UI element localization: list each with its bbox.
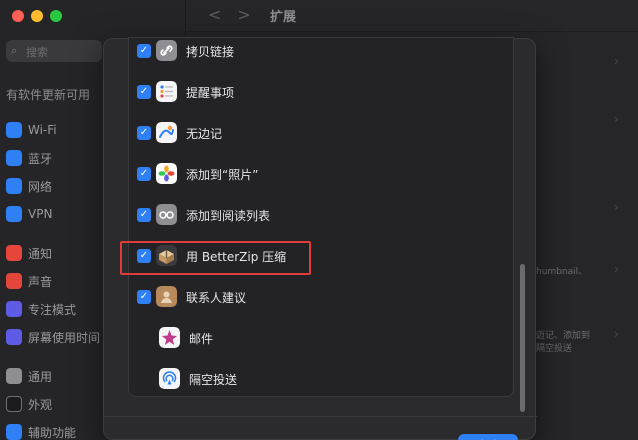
page-title: 扩展: [270, 10, 297, 25]
list-item-label: 添加到“照片”: [186, 168, 259, 182]
close-button[interactable]: [12, 10, 24, 22]
zoom-button[interactable]: [50, 10, 62, 22]
list-item-label: 拷贝链接: [186, 45, 235, 59]
list-item-add-to-photos[interactable]: ✓ 添加到“照片”: [129, 154, 513, 194]
back-button[interactable]: <: [208, 5, 237, 24]
forward-button[interactable]: >: [237, 5, 266, 24]
done-button[interactable]: 完成: [458, 434, 518, 440]
sidebar-item-label: 专注模式: [28, 302, 77, 317]
search-icon: ⌕: [11, 44, 18, 57]
sidebar-item-label: 通用: [28, 369, 53, 384]
sidebar-item-label: 声音: [28, 274, 53, 289]
list-item-contact-suggestions[interactable]: ✓ 联系人建议: [129, 277, 513, 317]
list-item-add-to-reading-list[interactable]: ✓ 添加到阅读列表: [129, 195, 513, 235]
background-row-text: 隔空投送: [536, 344, 573, 354]
sidebar-item-label: 屏幕使用时间: [28, 330, 101, 345]
sidebar-item-general[interactable]: 通用: [6, 365, 52, 387]
link-icon: [156, 40, 177, 61]
reading-list-icon: [156, 204, 177, 225]
share-menu-list: ✓ 拷贝链接 ✓ 提醒事项 ✓ 无边记 ✓ 添加到“照片” ✓ 添加到阅读列表 …: [128, 37, 514, 397]
sidebar-item-label: 通知: [28, 246, 53, 261]
sidebar-item-sound[interactable]: 声音: [6, 270, 52, 292]
checkbox[interactable]: ✓: [137, 85, 151, 99]
list-item-label: 添加到阅读列表: [186, 209, 271, 223]
chevron-right-icon: ›: [614, 327, 619, 341]
search-placeholder: 搜索: [26, 46, 48, 59]
sidebar-item-wifi[interactable]: Wi-Fi: [6, 119, 57, 141]
checkbox[interactable]: ✓: [137, 44, 151, 58]
sidebar-item-label: 辅助功能: [28, 425, 77, 440]
share-menu-sheet: ✓ 拷贝链接 ✓ 提醒事项 ✓ 无边记 ✓ 添加到“照片” ✓ 添加到阅读列表 …: [103, 37, 537, 440]
checkbox[interactable]: ✓: [137, 208, 151, 222]
checkbox[interactable]: ✓: [137, 290, 151, 304]
list-item-label: 隔空投送: [189, 373, 238, 387]
focus-icon: [6, 301, 22, 317]
list-item-label: 邮件: [189, 332, 214, 346]
sidebar-item-notifications[interactable]: 通知: [6, 242, 52, 264]
airdrop-icon: [159, 368, 180, 389]
bluetooth-icon: [6, 150, 22, 166]
scrollbar-thumb[interactable]: [520, 264, 525, 412]
screen-time-icon: [6, 329, 22, 345]
general-icon: [6, 368, 22, 384]
sidebar-item-label: VPN: [28, 207, 53, 221]
window-controls: [12, 10, 62, 22]
mail-icon: [159, 327, 180, 348]
list-item-reminders[interactable]: ✓ 提醒事项: [129, 72, 513, 112]
sidebar-item-vpn[interactable]: VPN: [6, 203, 52, 225]
chevron-right-icon: ›: [614, 54, 619, 68]
sidebar-item-label: Wi-Fi: [28, 123, 57, 137]
chevron-right-icon: ›: [614, 262, 619, 276]
list-item-label: 无边记: [186, 127, 223, 141]
list-item-label: 联系人建议: [186, 291, 247, 305]
list-item-mail[interactable]: 邮件: [129, 318, 513, 358]
annotation-highlight-box: [120, 241, 311, 275]
freeform-icon: [156, 122, 177, 143]
list-item-copy-link[interactable]: ✓ 拷贝链接: [129, 38, 513, 71]
photos-icon: [156, 163, 177, 184]
sidebar-item-appearance[interactable]: 外观: [6, 393, 52, 415]
sidebar-item-label: 网络: [28, 179, 53, 194]
system-settings-window: ⌕ 搜索 有软件更新可用 Wi-Fi 蓝牙 网络 VPN 通知 声音 专注模式 …: [0, 0, 638, 440]
sidebar-item-label: 外观: [28, 397, 53, 412]
notifications-icon: [6, 245, 22, 261]
appearance-icon: [6, 396, 22, 412]
main-header: <> 扩展: [186, 0, 638, 32]
sheet-divider: [104, 416, 537, 417]
network-icon: [6, 178, 22, 194]
sidebar-item-label: 蓝牙: [28, 151, 53, 166]
search-input[interactable]: ⌕ 搜索: [6, 40, 102, 62]
list-item-freeform[interactable]: ✓ 无边记: [129, 113, 513, 153]
nav-arrows: <>: [208, 5, 267, 24]
checkbox[interactable]: ✓: [137, 126, 151, 140]
list-item-label: 提醒事项: [186, 86, 235, 100]
vpn-icon: [6, 206, 22, 222]
reminders-icon: [156, 81, 177, 102]
sidebar-item-accessibility[interactable]: 辅助功能: [6, 421, 76, 440]
chevron-right-icon: ›: [614, 200, 619, 214]
sidebar-item-screen-time[interactable]: 屏幕使用时间: [6, 326, 100, 348]
software-update-notice[interactable]: 有软件更新可用: [6, 86, 90, 103]
chevron-right-icon: ›: [614, 112, 619, 126]
minimize-button[interactable]: [31, 10, 43, 22]
background-row-text: humbnail、: [536, 267, 588, 277]
sidebar-item-bluetooth[interactable]: 蓝牙: [6, 147, 52, 169]
sound-icon: [6, 273, 22, 289]
background-row-text: 迈记、添加到: [536, 331, 591, 341]
sidebar-item-focus[interactable]: 专注模式: [6, 298, 76, 320]
contacts-icon: [156, 286, 177, 307]
wifi-icon: [6, 122, 22, 138]
list-item-airdrop[interactable]: 隔空投送: [129, 359, 513, 396]
sidebar-item-network[interactable]: 网络: [6, 175, 52, 197]
accessibility-icon: [6, 424, 22, 440]
checkbox[interactable]: ✓: [137, 167, 151, 181]
